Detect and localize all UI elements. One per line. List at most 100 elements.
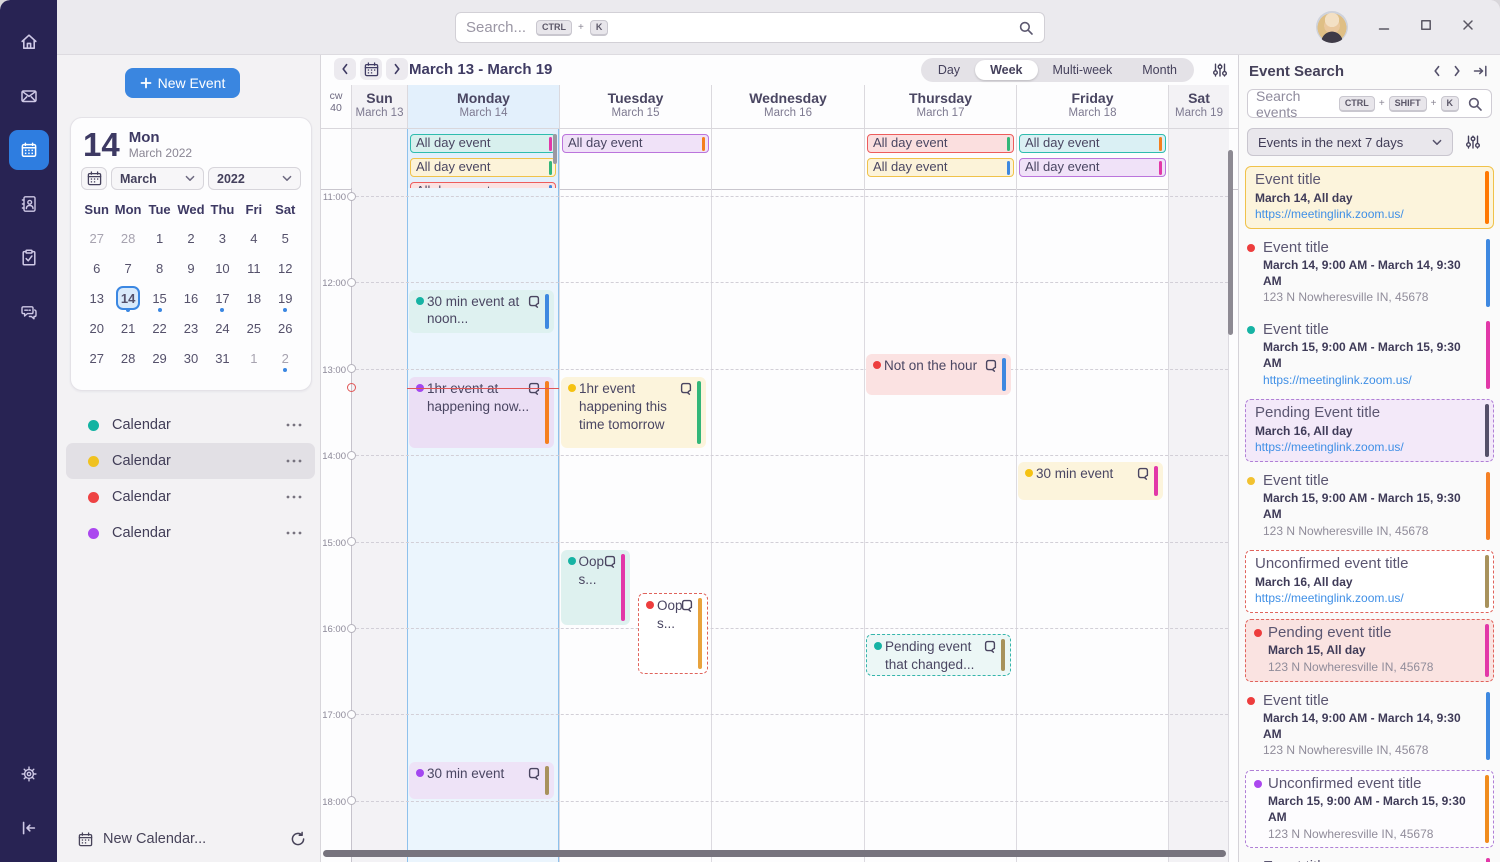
allday-cell-sat[interactable]	[1168, 129, 1229, 189]
day-column-sat[interactable]	[1168, 188, 1229, 862]
event-search-input[interactable]: Search events CTRL + SHIFT + K	[1247, 89, 1492, 118]
sidebar-item-mail[interactable]	[9, 76, 49, 116]
avatar[interactable]	[1316, 11, 1348, 43]
mini-calendar-day[interactable]: 8	[144, 253, 175, 283]
mini-calendar-day[interactable]: 12	[270, 253, 301, 283]
result-link[interactable]: https://meetinglink.zoom.us/	[1255, 206, 1477, 223]
mini-calendar-day[interactable]: 29	[144, 343, 175, 373]
calendar-list-item[interactable]: Calendar	[66, 515, 315, 551]
sidebar-item-calendar[interactable]	[9, 130, 49, 170]
mini-calendar-day[interactable]: 23	[175, 313, 206, 343]
chevron-right-icon[interactable]	[1453, 65, 1461, 77]
result-link[interactable]: https://meetinglink.zoom.us/	[1255, 590, 1477, 607]
mini-calendar-day[interactable]: 24	[207, 313, 238, 343]
day-column-wed[interactable]	[711, 188, 864, 862]
mini-calendar-day[interactable]: 18	[238, 283, 269, 313]
tab-week[interactable]: Week	[975, 60, 1037, 80]
sync-icon[interactable]	[290, 831, 306, 847]
filter-settings-icon[interactable]	[1465, 134, 1481, 150]
event-search-result[interactable]: Event title March 15, 9:00 AM - March 15…	[1245, 317, 1494, 393]
view-settings-icon[interactable]	[1212, 62, 1228, 78]
mini-calendar-day[interactable]: 3	[207, 223, 238, 253]
mini-calendar-day[interactable]: 4	[238, 223, 269, 253]
new-calendar-button[interactable]: New Calendar...	[103, 831, 206, 847]
day-header-fri[interactable]: Friday March 18	[1016, 85, 1168, 128]
sidebar-item-tasks[interactable]	[9, 238, 49, 278]
timed-event[interactable]: Oops...	[638, 593, 708, 674]
event-filter-dropdown[interactable]: Events in the next 7 days	[1247, 128, 1453, 156]
allday-cell-mon[interactable]: All day event All day event All day even…	[407, 129, 559, 189]
event-search-result[interactable]: Event title March 15, 9:00 AM - March 15…	[1245, 468, 1494, 544]
sidebar-item-collapse-sidebar[interactable]	[9, 808, 49, 848]
timed-event[interactable]: Not on the hour	[866, 354, 1011, 394]
allday-event[interactable]: All day event	[1019, 134, 1166, 153]
more-options-icon[interactable]	[285, 458, 303, 464]
mini-calendar-day[interactable]: 9	[175, 253, 206, 283]
event-search-result[interactable]: Pending event title March 15, All day 12…	[1245, 619, 1494, 682]
mini-calendar-day[interactable]: 2	[175, 223, 206, 253]
allday-event[interactable]: All day event	[867, 134, 1014, 153]
tab-month[interactable]: Month	[1127, 60, 1192, 80]
timed-event[interactable]: Oops...	[561, 550, 631, 625]
collapse-panel-icon[interactable]	[1473, 65, 1488, 77]
mini-calendar-day[interactable]: 30	[175, 343, 206, 373]
day-column-thu[interactable]	[864, 188, 1016, 862]
mini-calendar-day[interactable]: 20	[81, 313, 112, 343]
timed-event[interactable]: 30 min event at noon...	[409, 290, 554, 333]
result-link[interactable]: https://meetinglink.zoom.us/	[1255, 439, 1477, 456]
sidebar-item-home[interactable]	[9, 22, 49, 62]
day-header-sun[interactable]: Sun March 13	[351, 85, 407, 128]
allday-event[interactable]: All day event	[867, 158, 1014, 177]
mini-calendar-day[interactable]: 1	[144, 223, 175, 253]
timed-event[interactable]: 30 min event	[409, 762, 554, 799]
allday-cell-wed[interactable]	[711, 129, 864, 189]
mini-calendar-day[interactable]: 5	[270, 223, 301, 253]
day-header-wed[interactable]: Wednesday March 16	[711, 85, 864, 128]
allday-event[interactable]: All day event	[1019, 158, 1166, 177]
close-icon[interactable]	[1462, 19, 1474, 31]
horizontal-scrollbar[interactable]	[323, 850, 1226, 857]
calendar-list-item[interactable]: Calendar	[66, 479, 315, 515]
day-header-sat[interactable]: Sat March 19	[1168, 85, 1229, 128]
allday-cell-fri[interactable]: All day event All day event	[1016, 129, 1168, 189]
event-search-result[interactable]: Event title March 15, 9:00 AM - March 15…	[1245, 854, 1494, 862]
allday-cell-sun[interactable]	[351, 129, 407, 189]
sidebar-item-chat[interactable]	[9, 292, 49, 332]
allday-event[interactable]: All day event	[410, 134, 556, 153]
year-dropdown[interactable]: 2022	[208, 167, 301, 190]
day-column-sun[interactable]	[351, 188, 407, 862]
allday-cell-tue[interactable]: All day event	[559, 129, 711, 189]
prev-week-button[interactable]	[334, 58, 356, 80]
allday-event[interactable]: All day event	[562, 134, 709, 153]
mini-calendar-day[interactable]: 10	[207, 253, 238, 283]
mini-calendar-day[interactable]: 6	[81, 253, 112, 283]
mini-calendar-day[interactable]: 25	[238, 313, 269, 343]
next-week-button[interactable]	[386, 58, 408, 80]
calendar-list-item[interactable]: Calendar	[66, 407, 315, 443]
calendar-list-item[interactable]: Calendar	[66, 443, 315, 479]
allday-cell-thu[interactable]: All day event All day event	[864, 129, 1016, 189]
mini-calendar-day[interactable]: 16	[175, 283, 206, 313]
search-input[interactable]: Search... CTRL + K	[455, 12, 1045, 43]
day-header-tue[interactable]: Tuesday March 15	[559, 85, 711, 128]
today-button[interactable]	[360, 58, 382, 80]
timed-event[interactable]: Pending event that changed...	[866, 634, 1011, 676]
mini-calendar-day[interactable]: 22	[144, 313, 175, 343]
tab-day[interactable]: Day	[923, 60, 975, 80]
chevron-left-icon[interactable]	[1433, 65, 1441, 77]
mini-calendar-day[interactable]: 28	[112, 223, 143, 253]
mini-calendar-day[interactable]: 27	[81, 223, 112, 253]
event-search-result[interactable]: Event title March 14, 9:00 AM - March 14…	[1245, 688, 1494, 764]
mini-calendar-day[interactable]: 28	[112, 343, 143, 373]
mini-calendar-day[interactable]: 26	[270, 313, 301, 343]
more-options-icon[interactable]	[285, 530, 303, 536]
sidebar-item-contacts[interactable]	[9, 184, 49, 224]
day-header-thu[interactable]: Thursday March 17	[864, 85, 1016, 128]
more-options-icon[interactable]	[285, 494, 303, 500]
event-search-result[interactable]: Unconfirmed event title March 16, All da…	[1245, 550, 1494, 613]
event-search-result[interactable]: Event title March 14, All day https://me…	[1245, 166, 1494, 229]
maximize-icon[interactable]	[1420, 19, 1432, 31]
mini-calendar-day[interactable]: 17	[207, 283, 238, 313]
mini-calendar-day[interactable]: 27	[81, 343, 112, 373]
event-search-result[interactable]: Event title March 14, 9:00 AM - March 14…	[1245, 235, 1494, 311]
